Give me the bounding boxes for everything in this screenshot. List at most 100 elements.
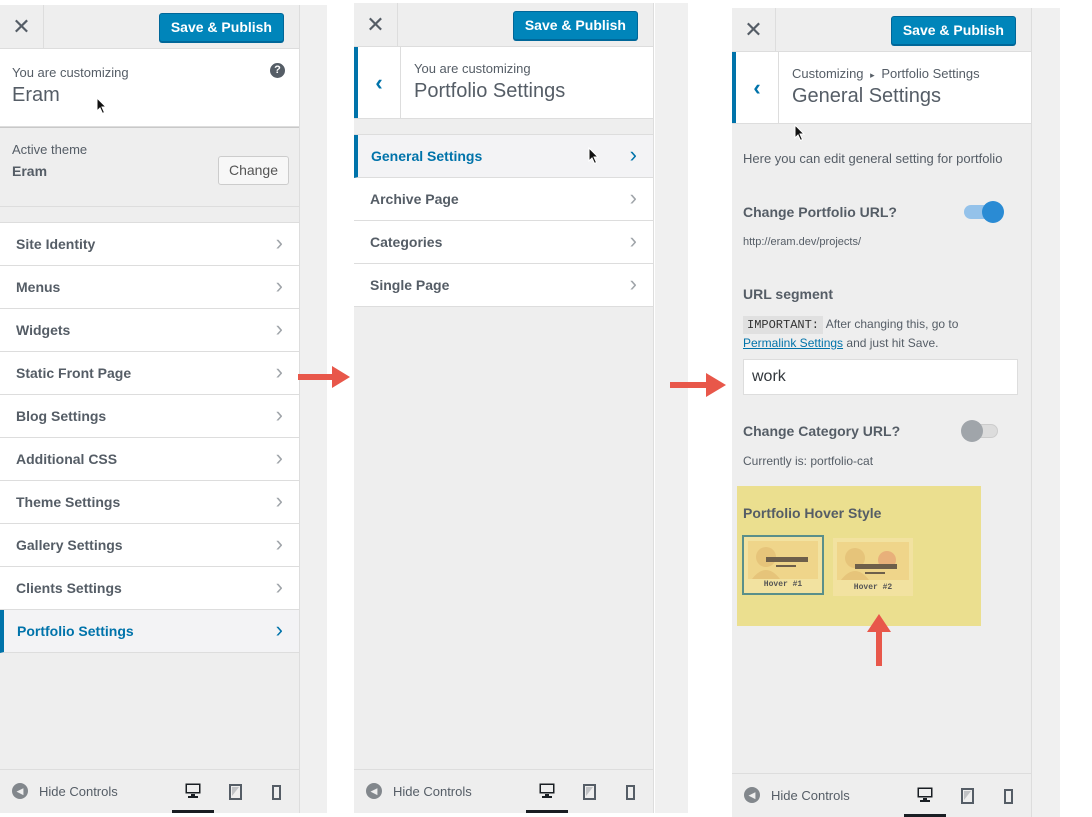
menu-item-clients-settings[interactable]: Clients Settings › (0, 567, 299, 610)
menu-item-portfolio-settings[interactable]: Portfolio Settings › (0, 610, 299, 653)
mouse-cursor-icon (96, 97, 108, 115)
chevron-right-icon: › (275, 574, 283, 599)
mobile-icon[interactable] (987, 774, 1029, 817)
section-header: ‹ Customizing ▸ Portfolio Settings Gener… (732, 52, 1031, 142)
menu-item-gallery-settings[interactable]: Gallery Settings › (0, 524, 299, 567)
chevron-right-icon: › (275, 359, 283, 384)
chevron-right-icon: › (629, 185, 637, 210)
top-bar: ✕ Save & Publish (0, 5, 299, 49)
footer-bar: ◀ Hide Controls (732, 773, 1031, 817)
toggle-knob (982, 201, 1004, 223)
menu-item-general-settings[interactable]: General Settings › (354, 135, 653, 178)
mobile-icon[interactable] (255, 770, 297, 813)
menu-item-archive-page[interactable]: Archive Page › (354, 178, 653, 221)
bar2 (776, 565, 796, 567)
save-publish-button[interactable]: Save & Publish (512, 11, 638, 40)
section-menu: General Settings › Archive Page › Categori… (354, 134, 653, 307)
menu-item-blog-settings[interactable]: Blog Settings › (0, 395, 299, 438)
menu-item-categories[interactable]: Categories › (354, 221, 653, 264)
breadcrumb-root: Customizing (792, 66, 864, 81)
category-current-value: Currently is: portfolio-cat (743, 454, 874, 468)
top-bar: ✕ Save & Publish (354, 3, 653, 47)
hide-controls-label: Hide Controls (393, 783, 472, 799)
menu-item-site-identity[interactable]: Site Identity › (0, 223, 299, 266)
desktop-icon[interactable] (172, 770, 214, 813)
section-header: ‹ You are customizing Portfolio Settings (354, 47, 653, 119)
important-tag: IMPORTANT: (743, 316, 824, 334)
hover-style-option-2[interactable]: Hover #2 (832, 537, 914, 597)
hide-controls-button[interactable]: ◀ Hide Controls (366, 783, 472, 799)
portfolio-url-toggle[interactable] (964, 201, 1004, 223)
menu-item-label: Archive Page (370, 191, 459, 207)
menu-item-label: Theme Settings (16, 494, 121, 510)
mouse-cursor-icon (588, 147, 600, 165)
red-arrow-icon (670, 373, 726, 397)
chevron-right-icon: › (275, 273, 283, 298)
hide-controls-button[interactable]: ◀ Hide Controls (12, 783, 118, 799)
desktop-icon[interactable] (526, 770, 568, 813)
mobile-icon[interactable] (609, 770, 651, 813)
breadcrumb-separator-icon: ▸ (870, 70, 875, 80)
chevron-left-icon[interactable]: ‹ (732, 52, 779, 123)
hide-controls-label: Hide Controls (39, 783, 118, 799)
section-header-text: Customizing ▸ Portfolio Settings General… (792, 66, 980, 108)
hide-controls-button[interactable]: ◀ Hide Controls (744, 787, 850, 803)
save-publish-button[interactable]: Save & Publish (158, 13, 284, 42)
customizing-label: You are customizing (12, 65, 129, 80)
tablet-icon[interactable] (946, 774, 988, 817)
red-arrow-icon (298, 366, 350, 388)
hover-preview-image (748, 541, 818, 579)
url-segment-note: IMPORTANT: After changing this, go to Pe… (743, 315, 1023, 352)
menu-item-label: Menus (16, 279, 61, 295)
site-name: Eram (12, 84, 60, 106)
desktop-icon[interactable] (904, 774, 946, 817)
menu-item-label: Clients Settings (16, 580, 122, 596)
chevron-right-icon: › (275, 617, 283, 642)
breadcrumb-parent: Portfolio Settings (881, 66, 980, 81)
change-theme-button[interactable]: Change (217, 156, 289, 185)
menu-item-label: Blog Settings (16, 408, 107, 424)
bar1 (766, 557, 808, 562)
portfolio-url-label: Change Portfolio URL? (743, 204, 897, 220)
tablet-icon[interactable] (568, 770, 610, 813)
chevron-right-icon: › (629, 228, 637, 253)
chevron-right-icon: › (629, 271, 637, 296)
menu-item-theme-settings[interactable]: Theme Settings › (0, 481, 299, 524)
close-icon[interactable]: ✕ (0, 5, 44, 49)
menu-item-widgets[interactable]: Widgets › (0, 309, 299, 352)
menu-item-label: Additional CSS (16, 451, 118, 467)
chevron-right-icon: › (275, 488, 283, 513)
tablet-icon[interactable] (214, 770, 256, 813)
chevron-right-icon: › (275, 531, 283, 556)
hover-style-option-1[interactable]: Hover #1 (742, 535, 824, 595)
save-publish-button[interactable]: Save & Publish (890, 16, 1016, 45)
top-bar: ✕ Save & Publish (732, 8, 1031, 52)
menu-item-static-front-page[interactable]: Static Front Page › (0, 352, 299, 395)
active-theme-label: Active theme (12, 142, 88, 157)
customizer-panel-root: ✕ Save & Publish You are customizing Era… (0, 5, 300, 813)
category-url-toggle[interactable] (961, 420, 998, 442)
red-arrow-icon (867, 614, 891, 666)
footer-bar: ◀ Hide Controls (0, 769, 299, 813)
menu-item-label: General Settings (371, 148, 483, 164)
permalink-settings-link[interactable]: Permalink Settings (743, 336, 843, 350)
close-icon[interactable]: ✕ (354, 3, 398, 47)
menu-item-menus[interactable]: Menus › (0, 266, 299, 309)
category-url-label: Change Category URL? (743, 423, 901, 439)
hover-style-section: Portfolio Hover Style Hover #1 Hover #2 (737, 486, 981, 626)
help-icon[interactable]: ? (270, 63, 285, 78)
chevron-right-icon: › (275, 402, 283, 427)
url-segment-label: URL segment (743, 286, 833, 302)
hover-option-caption: Hover #2 (853, 583, 893, 592)
hover-option-caption: Hover #1 (763, 580, 803, 589)
menu-item-additional-css[interactable]: Additional CSS › (0, 438, 299, 481)
arrow-left-circle-icon: ◀ (12, 783, 28, 799)
chevron-left-icon[interactable]: ‹ (354, 47, 401, 118)
hide-controls-label: Hide Controls (771, 787, 850, 803)
mouse-cursor-icon (794, 124, 806, 142)
section-title: General Settings (792, 85, 941, 107)
close-icon[interactable]: ✕ (732, 8, 776, 52)
url-segment-input[interactable] (743, 359, 1018, 395)
section-title: Portfolio Settings (414, 80, 566, 102)
menu-item-single-page[interactable]: Single Page › (354, 264, 653, 307)
